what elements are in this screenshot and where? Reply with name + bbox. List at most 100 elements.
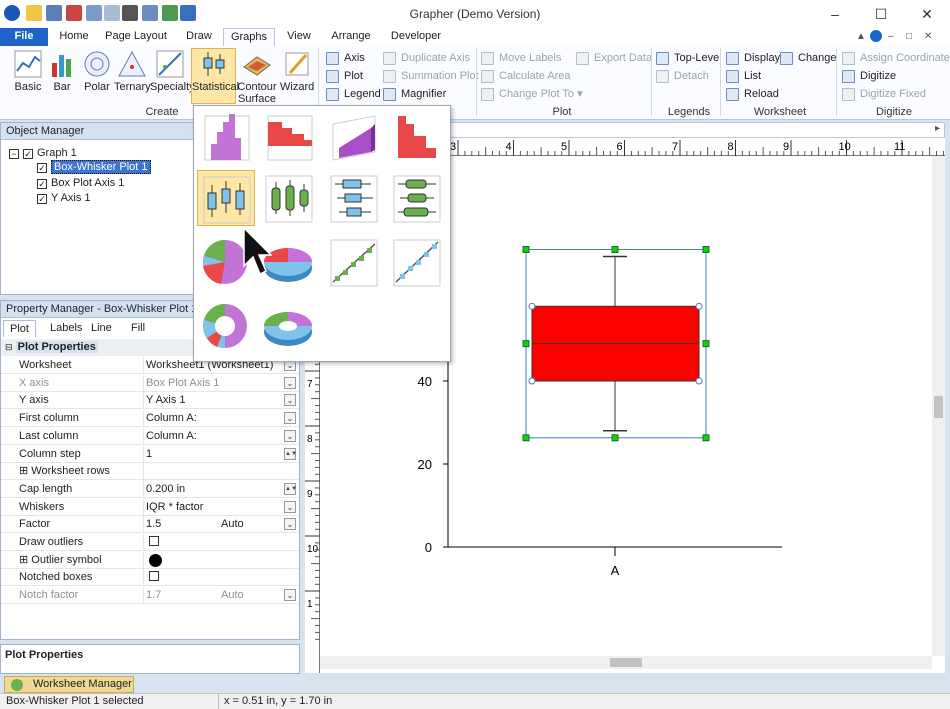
notched-box-whisker-item[interactable] bbox=[260, 170, 318, 226]
property-value[interactable]: 1.5 bbox=[143, 516, 285, 534]
top-level-button[interactable]: Top-Level bbox=[656, 50, 722, 67]
property-value[interactable]: 1.7 bbox=[143, 587, 285, 605]
bar-button[interactable]: Bar bbox=[48, 49, 76, 105]
checkbox-icon[interactable]: ✓ bbox=[37, 194, 47, 204]
outlier-symbol-icon[interactable] bbox=[149, 553, 162, 567]
display-button[interactable]: Display bbox=[726, 50, 780, 67]
change-button[interactable]: Change bbox=[780, 50, 837, 67]
dropdown-arrow-icon[interactable]: ⌄ bbox=[284, 429, 296, 442]
property-value[interactable] bbox=[143, 551, 285, 569]
checkbox-icon[interactable]: ✓ bbox=[37, 179, 47, 189]
tab-scroll-right-icon[interactable]: ▸ bbox=[935, 123, 940, 134]
tab-view[interactable]: View bbox=[284, 28, 314, 46]
horizontal-scroll-thumb[interactable] bbox=[610, 658, 642, 667]
add-axis-button[interactable]: Axis bbox=[326, 50, 365, 67]
property-row[interactable]: ⊞ Worksheet rows bbox=[1, 463, 299, 481]
property-value[interactable] bbox=[143, 569, 285, 587]
probability-plot-item[interactable] bbox=[388, 234, 446, 290]
tab-arrange[interactable]: Arrange bbox=[328, 28, 374, 46]
property-value[interactable] bbox=[143, 463, 285, 481]
dropdown-arrow-icon[interactable]: ⌄ bbox=[284, 376, 296, 389]
histogram-item[interactable] bbox=[197, 108, 255, 164]
3d-horizontal-histogram-item[interactable] bbox=[388, 108, 446, 164]
property-row[interactable]: ⊞ Outlier symbol bbox=[1, 551, 299, 569]
property-row[interactable]: Whiskers IQR * factor ⌄ bbox=[1, 498, 299, 516]
close-button[interactable]: ✕ bbox=[904, 0, 950, 28]
property-row[interactable]: Notched boxes bbox=[1, 569, 299, 587]
property-row[interactable]: Cap length 0.200 in ▲▼ bbox=[1, 480, 299, 498]
property-row[interactable]: Last column Column A: ⌄ bbox=[1, 427, 299, 445]
ribbon-restore-icon[interactable]: □ bbox=[906, 31, 912, 42]
digitize-fixed-button[interactable]: Digitize Fixed bbox=[842, 86, 926, 103]
tab-developer[interactable]: Developer bbox=[388, 28, 444, 46]
property-row[interactable]: Column step 1 ▲▼ bbox=[1, 445, 299, 463]
tab-plot[interactable]: Plot bbox=[3, 320, 36, 337]
property-value[interactable]: 1 bbox=[143, 445, 285, 463]
worksheet-manager-tab[interactable]: Worksheet Manager bbox=[4, 676, 134, 693]
property-row[interactable]: Y axis Y Axis 1 ⌄ bbox=[1, 392, 299, 410]
ribbon-minimize-icon[interactable]: – bbox=[888, 31, 894, 42]
collapse-icon[interactable]: ⊟ bbox=[5, 342, 13, 352]
digitize-button[interactable]: Digitize bbox=[842, 68, 896, 85]
assign-coordinates-button[interactable]: Assign Coordinates bbox=[842, 50, 950, 67]
tree-item-box-plot-axis[interactable]: ✓ Box Plot Axis 1 bbox=[37, 177, 124, 189]
checkbox-icon[interactable] bbox=[149, 571, 159, 582]
polar-button[interactable]: Polar bbox=[80, 49, 114, 105]
horizontal-box-whisker-item[interactable] bbox=[325, 170, 383, 226]
property-row[interactable]: X axis Box Plot Axis 1 ⌄ bbox=[1, 374, 299, 392]
export-data-button[interactable]: Export Data bbox=[576, 50, 652, 67]
dropdown-arrow-icon[interactable]: ⌄ bbox=[284, 500, 296, 513]
tab-line[interactable]: Line bbox=[85, 320, 118, 337]
statistical-button[interactable]: Statistical bbox=[191, 48, 239, 104]
vertical-scrollbar[interactable] bbox=[932, 156, 945, 656]
property-row[interactable]: Factor 1.5 Auto ⌄ bbox=[1, 516, 299, 534]
contour-surface-button[interactable]: Contour Surface bbox=[237, 49, 277, 105]
file-tab[interactable]: File bbox=[0, 28, 48, 46]
checkbox-icon[interactable] bbox=[149, 536, 159, 546]
list-button[interactable]: List bbox=[726, 68, 761, 85]
expand-icon[interactable]: − bbox=[9, 149, 19, 159]
minimize-button[interactable]: – bbox=[812, 0, 858, 28]
add-legend-button[interactable]: Legend bbox=[326, 86, 381, 103]
tree-item-y-axis[interactable]: ✓ Y Axis 1 bbox=[37, 192, 91, 204]
property-value[interactable]: IQR * factor bbox=[143, 498, 285, 516]
dropdown-arrow-icon[interactable]: ⌄ bbox=[284, 518, 296, 531]
tab-graphs[interactable]: Graphs bbox=[223, 28, 275, 47]
property-value[interactable]: Box Plot Axis 1 bbox=[143, 374, 285, 392]
tab-home[interactable]: Home bbox=[56, 28, 92, 46]
qq-plot-item[interactable] bbox=[325, 234, 383, 290]
property-value[interactable]: Column A: bbox=[143, 410, 285, 428]
change-plot-to-button[interactable]: Change Plot To ▾ bbox=[481, 86, 583, 103]
property-value[interactable] bbox=[143, 534, 285, 551]
tree-item-graph[interactable]: − ✓ Graph 1 bbox=[9, 147, 77, 159]
reload-button[interactable]: Reload bbox=[726, 86, 779, 103]
dropdown-arrow-icon[interactable]: ⌄ bbox=[284, 412, 296, 425]
property-row[interactable]: Draw outliers bbox=[1, 534, 299, 551]
checkbox-icon[interactable]: ✓ bbox=[23, 149, 33, 159]
add-plot-button[interactable]: Plot bbox=[326, 68, 363, 85]
duplicate-axis-button[interactable]: Duplicate Axis bbox=[383, 50, 470, 67]
maximize-button[interactable]: ☐ bbox=[858, 0, 904, 28]
property-value[interactable]: 0.200 in bbox=[143, 480, 285, 498]
property-row[interactable]: First column Column A: ⌄ bbox=[1, 410, 299, 428]
ribbon-collapse-icon[interactable]: ▲ bbox=[856, 31, 866, 42]
horizontal-notched-box-item[interactable] bbox=[388, 170, 446, 226]
doughnut-chart-item[interactable] bbox=[197, 298, 255, 354]
dropdown-arrow-icon[interactable]: ⌄ bbox=[284, 589, 296, 602]
horizontal-scrollbar[interactable] bbox=[320, 656, 932, 669]
help-icon[interactable] bbox=[870, 30, 882, 42]
tab-fill[interactable]: Fill bbox=[125, 320, 151, 337]
property-value[interactable]: Y Axis 1 bbox=[143, 392, 285, 410]
tab-draw[interactable]: Draw bbox=[182, 28, 216, 46]
horizontal-histogram-item[interactable] bbox=[260, 108, 318, 164]
property-value[interactable]: Column A: bbox=[143, 427, 285, 445]
spinner-icon[interactable]: ▲▼ bbox=[284, 482, 297, 495]
checkbox-icon[interactable]: ✓ bbox=[37, 163, 47, 173]
basic-button[interactable]: Basic bbox=[8, 49, 48, 105]
summation-plot-button[interactable]: Summation Plot bbox=[383, 68, 479, 85]
spinner-icon[interactable]: ▲▼ bbox=[284, 447, 297, 460]
vertical-scroll-thumb[interactable] bbox=[934, 396, 943, 418]
magnifier-button[interactable]: Magnifier bbox=[383, 86, 446, 103]
box-whisker-item[interactable] bbox=[197, 170, 255, 226]
tab-page-layout[interactable]: Page Layout bbox=[104, 28, 168, 46]
